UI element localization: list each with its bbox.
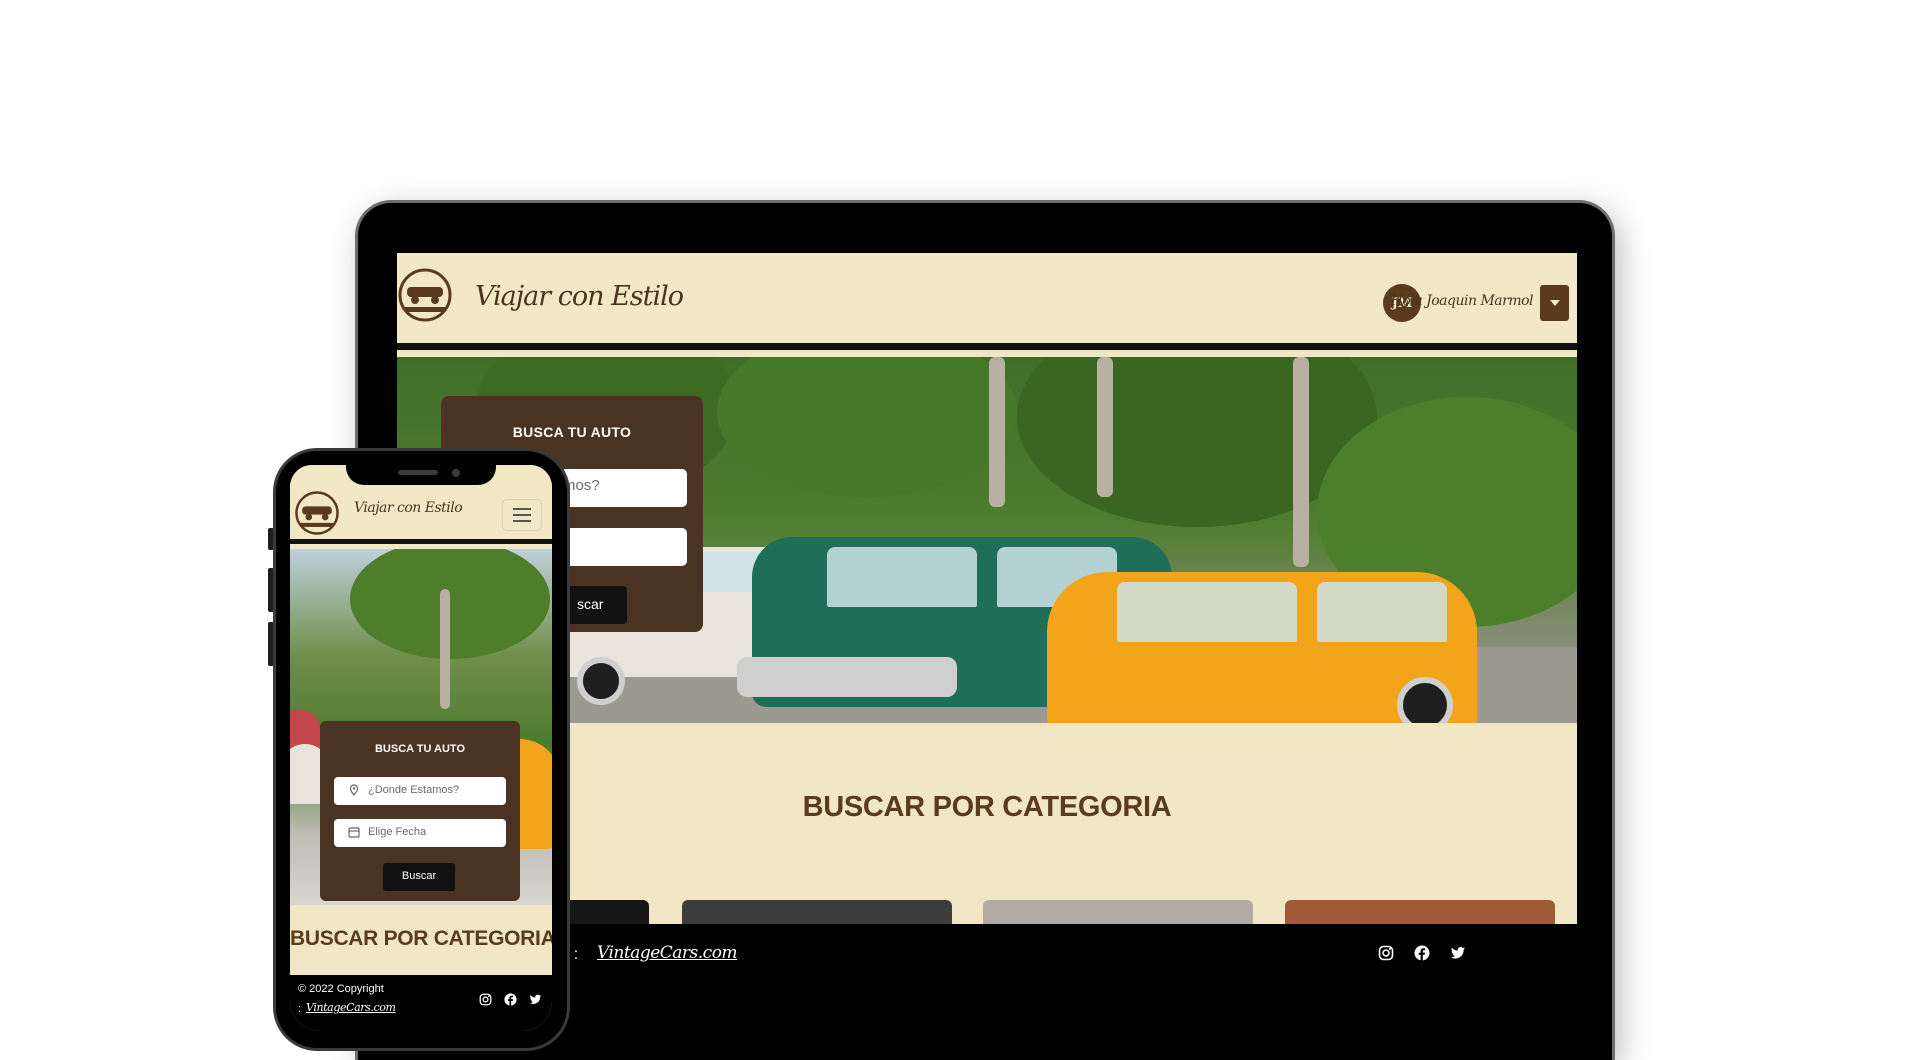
instagram-icon[interactable] [1377,944,1395,962]
phone-speaker [398,470,438,475]
brand-script[interactable]: Viajar con Estilo [475,281,684,312]
facebook-icon[interactable] [504,993,517,1006]
twitter-icon[interactable] [1449,944,1467,962]
car-window [827,547,977,607]
user-greeting: Hola Joaquin Marmol [1390,293,1534,309]
palm-trunk [989,357,1005,507]
palm-trunk [1097,357,1113,497]
mobile-date-placeholder: Elige Fecha [368,826,427,838]
palm-trunk [440,589,450,709]
vintage-car-logo-icon[interactable] [292,490,342,536]
vintage-car-logo-icon[interactable] [397,267,453,323]
car-wheel [577,657,625,705]
caret-down-icon [1549,300,1560,306]
mobile-search-card: BUSCA TU AUTO ¿Donde Estamos? Elige Fech… [320,721,520,901]
categories-title: BUSCAR POR CATEGORIA [802,791,1172,823]
footer-brand-link[interactable]: VintageCars.com [597,943,738,963]
mobile-copyright-text: © 2022 Copyright [298,983,384,995]
mobile-footer: © 2022 Copyright : VintageCars.com [290,975,552,1031]
tree-foliage [717,357,1017,497]
mobile-copyright-colon: : [298,1003,302,1015]
mobile-date-input[interactable]: Elige Fecha [334,819,506,847]
mobile-footer-brand-link[interactable]: VintageCars.com [306,1001,396,1014]
search-title: BUSCA TU AUTO [512,424,632,440]
palm-trunk [1293,357,1309,567]
mobile-screen: Viajar con Estilo BUSCA TU AUTO ¿Donde E… [290,465,552,1031]
desktop-screen: Viajar con Estilo JM Hola Joaquin Marmol… [397,253,1577,991]
social-links [1377,944,1467,962]
instagram-icon[interactable] [479,993,492,1006]
mobile-social-links [479,993,542,1006]
mobile-categories-title: BUSCAR POR CATEGORIA [290,927,552,950]
navbar: Viajar con Estilo JM Hola Joaquin Marmol [397,253,1577,350]
mobile-search-button[interactable]: Buscar [383,863,455,891]
footer: ght : VintageCars.com [397,924,1577,991]
mobile-search-title: BUSCA TU AUTO [374,743,466,755]
mobile-brand-script[interactable]: Viajar con Estilo [354,500,463,516]
mobile-location-placeholder: ¿Donde Estamos? [368,784,460,796]
facebook-icon[interactable] [1413,944,1431,962]
tree-foliage [350,549,550,659]
car-window [1117,582,1297,642]
chrome-bumper [737,657,957,697]
user-dropdown-button[interactable] [1540,285,1569,321]
calendar-icon [348,826,360,838]
mobile-hero-image: BUSCA TU AUTO ¿Donde Estamos? Elige Fech… [290,549,552,905]
twitter-icon[interactable] [529,993,542,1006]
phone-camera [452,469,460,477]
location-pin-icon [348,784,360,796]
mobile-location-input[interactable]: ¿Donde Estamos? [334,777,506,805]
hamburger-menu-icon[interactable] [502,499,542,531]
car-window [1317,582,1447,642]
